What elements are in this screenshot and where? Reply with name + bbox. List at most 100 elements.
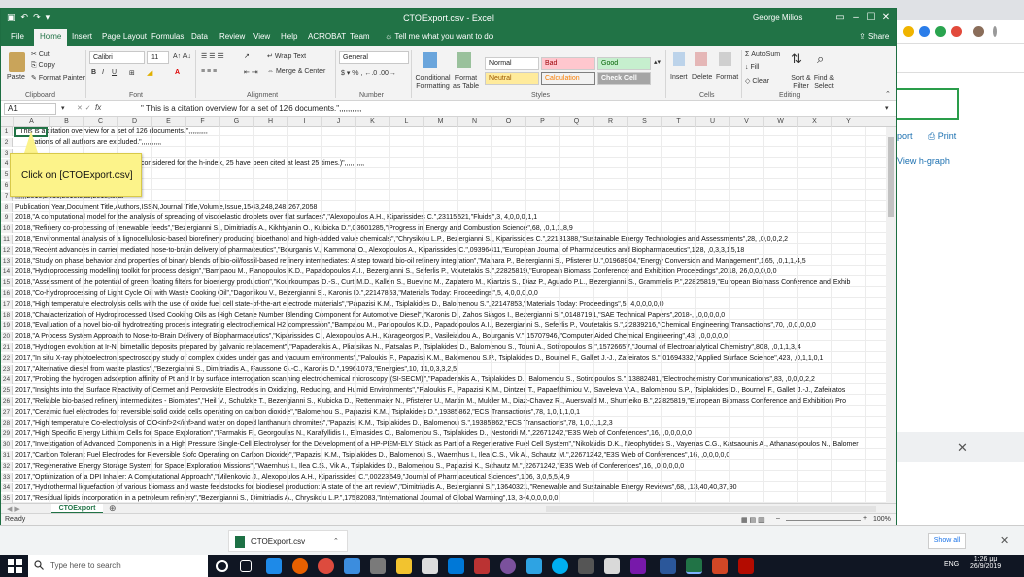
- row-header[interactable]: 9: [1, 213, 13, 223]
- tab-acrobat[interactable]: ACROBAT: [308, 32, 346, 41]
- windows-start-icon[interactable]: [8, 559, 22, 573]
- row-header[interactable]: 24: [1, 375, 13, 385]
- formula-input[interactable]: " This is a citation overview for a set …: [141, 103, 891, 115]
- chrome-icon[interactable]: [318, 558, 334, 574]
- cell-value[interactable]: 2018,"Co-hydroprocessing of Light Cycle …: [15, 289, 538, 298]
- row-header[interactable]: 15: [1, 278, 13, 288]
- row-header[interactable]: 17: [1, 299, 13, 309]
- cell-value[interactable]: 2018,"A computational model for the anal…: [15, 213, 537, 222]
- cell-value[interactable]: 2018,"High temperature electrolysis cell…: [15, 300, 663, 309]
- show-all-button[interactable]: Show all: [928, 533, 966, 549]
- column-header[interactable]: D: [117, 117, 151, 127]
- column-header[interactable]: B: [49, 117, 83, 127]
- tell-me-search[interactable]: ☼ Tell me what you want to do: [385, 32, 493, 41]
- column-header[interactable]: A: [13, 117, 49, 127]
- cell-value[interactable]: 2017,"Insights into the Surface Reactivi…: [15, 386, 845, 395]
- tab-team[interactable]: Team: [350, 32, 370, 41]
- tab-data[interactable]: Data: [191, 32, 208, 41]
- style-neutral[interactable]: Neutral: [485, 72, 539, 85]
- column-header[interactable]: Y: [831, 117, 865, 127]
- row-header[interactable]: 16: [1, 289, 13, 298]
- style-check-cell[interactable]: Check Cell: [597, 72, 651, 85]
- row-header[interactable]: 14: [1, 267, 13, 277]
- indent-icon[interactable]: ⇤ ⇥: [244, 68, 258, 76]
- column-header[interactable]: X: [797, 117, 831, 127]
- row-header[interactable]: 22: [1, 353, 13, 363]
- row-header[interactable]: 18: [1, 310, 13, 320]
- column-header[interactable]: K: [355, 117, 389, 127]
- clear-button[interactable]: ◇ Clear: [745, 77, 769, 85]
- column-header[interactable]: S: [627, 117, 661, 127]
- column-header[interactable]: F: [185, 117, 219, 127]
- row-header[interactable]: 21: [1, 343, 13, 352]
- tab-view[interactable]: View: [253, 32, 270, 41]
- column-header[interactable]: Q: [559, 117, 593, 127]
- column-header[interactable]: O: [491, 117, 525, 127]
- fill-button[interactable]: ↓ Fill: [745, 64, 759, 71]
- tab-insert[interactable]: Insert: [72, 32, 92, 41]
- row-header[interactable]: 25: [1, 386, 13, 396]
- paste-icon[interactable]: [9, 52, 25, 72]
- column-header[interactable]: M: [423, 117, 457, 127]
- zoom-in-icon[interactable]: +: [863, 515, 867, 522]
- ribbon-display-icon[interactable]: ▭: [833, 11, 847, 25]
- cut-button[interactable]: ✂ Cut: [31, 50, 50, 58]
- row-header[interactable]: 11: [1, 235, 13, 244]
- close-icon[interactable]: ✕: [1000, 534, 1009, 547]
- cell-value[interactable]: 2017,"Hydrothermal liquefaction of vario…: [15, 483, 737, 492]
- viber-icon[interactable]: [500, 558, 516, 574]
- cell-value[interactable]: 2017,"High temperature Co-electrolysis o…: [15, 419, 613, 428]
- cell-value[interactable]: itations of all authors are excluded.",,…: [31, 138, 161, 147]
- horizontal-scrollbar[interactable]: [546, 506, 876, 512]
- find-select-button[interactable]: Find & Select: [811, 75, 837, 91]
- column-header[interactable]: W: [763, 117, 797, 127]
- row-header[interactable]: 28: [1, 418, 13, 428]
- insert-cells-button[interactable]: Insert: [670, 74, 688, 81]
- cell-value[interactable]: 2017,"Regenerative Energy Storage System…: [15, 462, 684, 471]
- cell-value[interactable]: 2017,"Carbon Tolerant Fuel Electrodes fo…: [15, 451, 730, 460]
- paste-button[interactable]: Paste: [7, 74, 25, 81]
- powerpoint-icon[interactable]: [712, 558, 728, 574]
- row-header[interactable]: 8: [1, 202, 13, 212]
- language-indicator[interactable]: ENG: [944, 561, 959, 568]
- collapse-ribbon-icon[interactable]: ⌃: [885, 90, 891, 98]
- print-link[interactable]: ⎙ Print: [928, 131, 956, 142]
- export-link[interactable]: port: [897, 131, 913, 141]
- row-header[interactable]: 13: [1, 256, 13, 266]
- wrap-text-button[interactable]: ↵ Wrap Text: [267, 52, 306, 60]
- fill-color-icon[interactable]: ◢: [147, 69, 152, 77]
- insert-function-icon[interactable]: fx: [95, 103, 101, 112]
- cell-value[interactable]: Publication Year,Document Title,Authors,…: [15, 203, 317, 212]
- tab-help[interactable]: Help: [281, 32, 297, 41]
- row-header[interactable]: 10: [1, 224, 13, 234]
- close-icon[interactable]: ✕: [879, 11, 893, 25]
- format-painter-button[interactable]: ✎ Format Painter: [31, 74, 85, 82]
- cell-value[interactable]: 2018,"Study on phase behavior and proper…: [15, 257, 806, 266]
- view-h-graph-link[interactable]: View h-graph: [897, 156, 950, 166]
- style-good[interactable]: Good: [597, 57, 651, 70]
- left-align-icon[interactable]: ≡ ≡ ≡: [201, 68, 217, 75]
- share-button[interactable]: ⇪ Share: [859, 32, 889, 41]
- column-header[interactable]: N: [457, 117, 491, 127]
- copy-button[interactable]: ⎘ Copy: [31, 62, 55, 70]
- cell-value[interactable]: 2017,"Investigation of Advanced Componen…: [15, 440, 859, 449]
- tab-formulas[interactable]: Formulas: [151, 32, 184, 41]
- delete-cells-button[interactable]: Delete: [692, 74, 712, 81]
- cell-value[interactable]: 2018,"Assessment of the potential of gre…: [15, 278, 850, 287]
- mail-icon[interactable]: [422, 558, 438, 574]
- format-cells-button[interactable]: Format: [716, 74, 738, 81]
- excel-icon[interactable]: [686, 558, 702, 574]
- sort-filter-button[interactable]: Sort & Filter: [789, 75, 813, 91]
- row-header[interactable]: 27: [1, 407, 13, 417]
- row-header[interactable]: 2: [1, 137, 13, 147]
- style-calculation[interactable]: Calculation: [541, 72, 595, 85]
- font-color-icon[interactable]: A: [175, 69, 180, 76]
- cell-value[interactable]: 2018,"Recent advances in carrier mediate…: [15, 246, 744, 255]
- conditional-formatting-button[interactable]: Conditional Formatting: [415, 75, 451, 91]
- cell-value[interactable]: 2017,"Reliable bio-based refinery interm…: [15, 397, 846, 406]
- column-header[interactable]: R: [593, 117, 627, 127]
- cell-value[interactable]: 2017,"Optimization of a DPI Inhaler: A C…: [15, 473, 570, 482]
- cell-value[interactable]: 2018,"Refinery co-processing of renewabl…: [15, 224, 573, 233]
- cell-value[interactable]: 2017,"In situ X-ray photoelectron spectr…: [15, 354, 823, 363]
- column-header[interactable]: E: [151, 117, 185, 127]
